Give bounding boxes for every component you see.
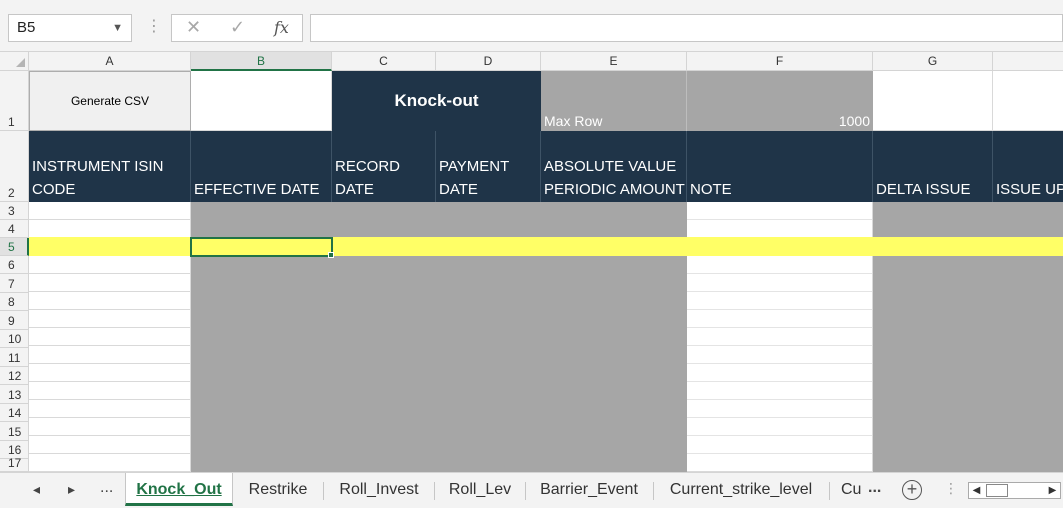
name-box[interactable]: B5 ▼ <box>8 14 132 42</box>
scrollbar-thumb[interactable] <box>986 484 1008 497</box>
scroll-right-icon[interactable]: ▶ <box>1045 483 1060 498</box>
column-header-f[interactable]: F <box>687 52 873 71</box>
header-line: PERIODIC AMOUNT <box>544 181 685 198</box>
header-line: DATE <box>439 181 478 198</box>
tab-restrike[interactable]: Restrike <box>236 473 320 506</box>
header-payment-date[interactable]: PAYMENT DATE <box>436 131 541 202</box>
header-note[interactable]: NOTE <box>687 131 873 202</box>
chevron-down-icon[interactable]: ▼ <box>112 15 123 41</box>
row-header-1[interactable]: 1 <box>0 71 29 131</box>
header-record-date-text: RECORD DATE <box>335 155 400 201</box>
tab-roll-lev[interactable]: Roll_Lev <box>436 473 524 506</box>
header-instrument-isin-code[interactable]: INSTRUMENT ISIN CODE <box>29 131 191 202</box>
row-header-2[interactable]: 2 <box>0 131 29 202</box>
row-header-6[interactable]: 6 <box>0 256 29 274</box>
column-header-a[interactable]: A <box>29 52 191 71</box>
header-note-text: NOTE <box>690 181 732 198</box>
splitter-dots-icon[interactable]: ⋮ <box>944 480 958 497</box>
row-header-4[interactable]: 4 <box>0 220 29 238</box>
header-effective-date[interactable]: EFFECTIVE DATE <box>191 131 332 202</box>
cell-g1[interactable] <box>873 71 993 131</box>
tab-knock-out[interactable]: Knock_Out <box>125 473 233 506</box>
max-row-label: Max Row <box>544 113 603 129</box>
knock-out-title: Knock-out <box>332 71 541 131</box>
header-line: PAYMENT <box>439 158 510 175</box>
enter-icon[interactable]: ✓ <box>230 17 245 38</box>
cell-b1[interactable] <box>191 71 332 131</box>
cancel-icon[interactable]: ✕ <box>186 17 201 38</box>
row-header-15[interactable]: 15 <box>0 422 29 441</box>
row-header-10[interactable]: 10 <box>0 330 29 348</box>
header-line: DATE <box>335 181 374 198</box>
tab-barrier-event[interactable]: Barrier_Event <box>527 473 651 506</box>
cell-e1[interactable]: Max Row <box>541 71 687 131</box>
horizontal-scrollbar[interactable]: ◀ ▶ <box>968 482 1061 499</box>
row-header-13[interactable]: 13 <box>0 385 29 404</box>
active-cell-b5[interactable] <box>190 237 333 257</box>
scroll-tabs-right-icon[interactable]: ▸ <box>68 481 75 498</box>
header-issue-up[interactable]: ISSUE UPI <box>993 131 1063 202</box>
add-sheet-icon[interactable]: + <box>902 480 922 500</box>
scroll-tabs-left-icon[interactable]: ◂ <box>33 481 40 498</box>
vertical-dots-icon[interactable]: ⋮ <box>146 16 162 36</box>
column-header-c[interactable]: C <box>332 52 436 71</box>
tab-current-strike-level[interactable]: Current_strike_level <box>656 473 826 506</box>
tab-separator <box>525 482 526 500</box>
column-header-e[interactable]: E <box>541 52 687 71</box>
column-header-g[interactable]: G <box>873 52 993 71</box>
row-header-11[interactable]: 11 <box>0 348 29 367</box>
generate-csv-button[interactable]: Generate CSV <box>29 71 191 131</box>
tab-partial[interactable]: Cu <box>841 473 861 506</box>
header-absolute-value-periodic-amount[interactable]: ABSOLUTE VALUE PERIODIC AMOUNT <box>541 131 687 202</box>
tab-roll-invest[interactable]: Roll_Invest <box>326 473 432 506</box>
header-delta-issue-text: DELTA ISSUE <box>876 181 971 198</box>
header-effective-date-text: EFFECTIVE DATE <box>194 181 320 198</box>
header-line: RECORD <box>335 158 401 175</box>
row-header-17[interactable]: 17 <box>0 456 29 472</box>
column-header-h[interactable] <box>993 52 1063 71</box>
formula-bar: B5 ▼ ⋮ ✕ ✓ fx <box>0 0 1063 52</box>
max-row-value: 1000 <box>838 113 870 129</box>
row-header-9[interactable]: 9 <box>0 311 29 330</box>
select-all-corner[interactable] <box>0 52 29 71</box>
header-delta-issue[interactable]: DELTA ISSUE <box>873 131 993 202</box>
header-record-date[interactable]: RECORD DATE <box>332 131 436 202</box>
header-line: INSTRUMENT ISIN <box>32 158 164 175</box>
header-instrument-isin-code-text: INSTRUMENT ISIN CODE <box>32 155 163 201</box>
tab-separator <box>323 482 324 500</box>
row-header-3[interactable]: 3 <box>0 202 29 220</box>
row-header-8[interactable]: 8 <box>0 293 29 311</box>
header-line: CODE <box>32 181 76 198</box>
function-icon[interactable]: fx <box>274 18 289 37</box>
row-header-14[interactable]: 14 <box>0 404 29 422</box>
tab-separator <box>653 482 654 500</box>
header-line: ABSOLUTE VALUE <box>544 158 677 175</box>
tab-separator <box>829 482 830 500</box>
cell-f1[interactable]: 1000 <box>687 71 873 131</box>
column-header-b[interactable]: B <box>191 52 332 71</box>
formula-input[interactable] <box>310 14 1063 42</box>
row-header-12[interactable]: 12 <box>0 367 29 385</box>
formula-bar-icons: ✕ ✓ fx <box>171 14 303 42</box>
tab-separator <box>434 482 435 500</box>
row-header-7[interactable]: 7 <box>0 274 29 293</box>
more-tabs-left[interactable]: ... <box>100 479 113 497</box>
cell-h1[interactable] <box>993 71 1063 131</box>
name-box-value: B5 <box>17 19 36 36</box>
column-header-d[interactable]: D <box>436 52 541 71</box>
sheet-tab-bar: ◂ ▸ ... Knock_Out Restrike Roll_Invest R… <box>0 472 1063 508</box>
header-payment-date-text: PAYMENT DATE <box>439 155 509 201</box>
scroll-left-icon[interactable]: ◀ <box>969 483 984 498</box>
more-tabs-right[interactable]: ... <box>868 479 881 497</box>
spreadsheet-grid: A B C D E F G 1 2 3 4 5 6 7 8 9 10 11 12… <box>0 52 1063 472</box>
header-issue-up-text: ISSUE UPI <box>996 181 1063 198</box>
selected-row-highlight <box>29 237 1063 256</box>
row-header-5[interactable]: 5 <box>0 238 29 256</box>
header-absolute-value-text: ABSOLUTE VALUE PERIODIC AMOUNT <box>544 155 685 201</box>
fill-handle[interactable] <box>328 252 334 258</box>
